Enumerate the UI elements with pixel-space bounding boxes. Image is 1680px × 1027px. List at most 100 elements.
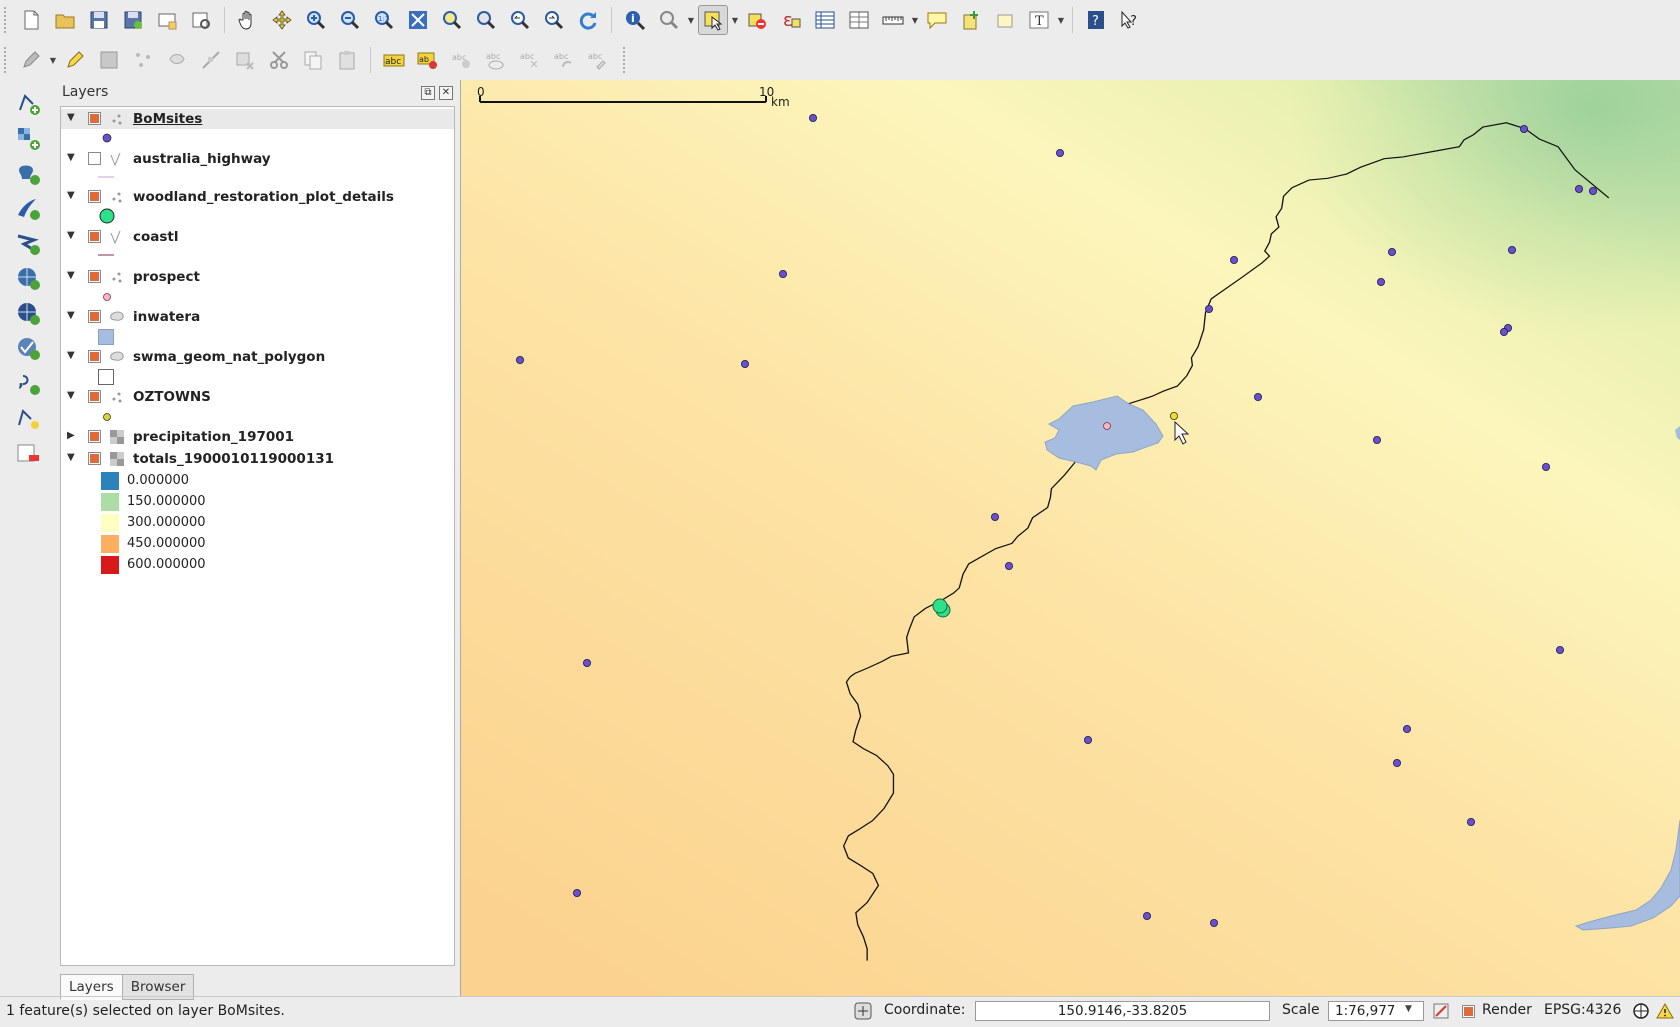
- toggle-editing-icon[interactable]: [60, 45, 90, 75]
- refresh-icon[interactable]: [573, 5, 603, 35]
- statistics-icon[interactable]: [844, 5, 874, 35]
- site-point[interactable]: [1589, 187, 1598, 196]
- show-bookmarks-icon[interactable]: [990, 5, 1020, 35]
- text-annotation-icon[interactable]: T: [1024, 5, 1054, 35]
- messages-warning-icon[interactable]: [1656, 1002, 1674, 1024]
- zoom-out-icon[interactable]: [335, 5, 365, 35]
- expand-arrow-icon[interactable]: ▼: [67, 390, 79, 404]
- open-project-icon[interactable]: [50, 5, 80, 35]
- expression-select-icon[interactable]: ε: [776, 5, 806, 35]
- measure-dropdown-icon[interactable]: ▼: [910, 5, 920, 35]
- close-panel-button[interactable]: ✕: [439, 86, 453, 100]
- map-tips-dropdown-icon[interactable]: ▼: [686, 5, 696, 35]
- site-point[interactable]: [573, 889, 582, 898]
- layer-tree[interactable]: ▼ BoMsites ▼ australia_highway ▼ woodlan…: [60, 106, 455, 966]
- map-tips-icon[interactable]: [654, 5, 684, 35]
- selected-point[interactable]: [1170, 411, 1179, 420]
- cut-features-icon[interactable]: [264, 45, 294, 75]
- layer-visibility-checkbox[interactable]: [88, 452, 101, 465]
- change-label-icon[interactable]: abc: [583, 45, 613, 75]
- layer-row-precipitation[interactable]: ▶ precipitation_197001: [61, 427, 454, 447]
- add-delimited-text-icon[interactable]: ,: [12, 367, 44, 399]
- new-print-composer-icon[interactable]: [152, 5, 182, 35]
- site-point[interactable]: [1393, 759, 1402, 768]
- expand-arrow-icon[interactable]: ▼: [67, 270, 79, 284]
- annotation-icon[interactable]: [922, 5, 952, 35]
- site-point[interactable]: [1403, 725, 1412, 734]
- add-wcs-layer-icon[interactable]: [12, 297, 44, 329]
- layer-row-woodland-restoration[interactable]: ▼ woodland_restoration_plot_details: [61, 187, 454, 207]
- delete-selected-icon[interactable]: [230, 45, 260, 75]
- layer-row-oztowns[interactable]: ▼ OZTOWNS: [61, 387, 454, 407]
- pin-labels-icon[interactable]: abc: [447, 45, 477, 75]
- add-wfs-layer-icon[interactable]: [12, 332, 44, 364]
- site-point[interactable]: [1467, 818, 1476, 827]
- move-label-icon[interactable]: abc: [515, 45, 545, 75]
- site-point[interactable]: [516, 355, 525, 364]
- site-point[interactable]: [1143, 912, 1152, 921]
- layer-visibility-checkbox[interactable]: [88, 430, 101, 443]
- site-point[interactable]: [1205, 304, 1214, 313]
- site-point[interactable]: [1520, 125, 1529, 134]
- attribute-table-icon[interactable]: [810, 5, 840, 35]
- current-edits-icon[interactable]: [16, 45, 46, 75]
- site-point[interactable]: [991, 512, 1000, 521]
- site-point[interactable]: [1254, 392, 1263, 401]
- rotation-icon[interactable]: [1432, 1002, 1450, 1024]
- site-point[interactable]: [778, 269, 787, 278]
- site-point[interactable]: [583, 659, 592, 668]
- whats-this-icon[interactable]: ?: [1115, 5, 1145, 35]
- coordinate-field[interactable]: 150.9146,-33.8205: [975, 1001, 1270, 1021]
- zoom-to-selection-icon[interactable]: [437, 5, 467, 35]
- expand-arrow-icon[interactable]: ▼: [67, 452, 79, 466]
- composer-manager-icon[interactable]: [186, 5, 216, 35]
- node-tool-icon[interactable]: [196, 45, 226, 75]
- collapse-arrow-icon[interactable]: ▶: [67, 430, 79, 444]
- site-point[interactable]: [1230, 255, 1239, 264]
- digitize-icon[interactable]: [128, 45, 158, 75]
- site-point[interactable]: [1084, 736, 1093, 745]
- layer-row-coastl[interactable]: ▼ coastl: [61, 227, 454, 247]
- toolbar-grip[interactable]: [4, 47, 10, 73]
- layer-visibility-checkbox[interactable]: [88, 190, 101, 203]
- identify-icon[interactable]: i: [620, 5, 650, 35]
- layer-visibility-checkbox[interactable]: [88, 230, 101, 243]
- crs-label[interactable]: EPSG:4326: [1544, 1002, 1621, 1018]
- deselect-icon[interactable]: [742, 5, 772, 35]
- expand-arrow-icon[interactable]: ▼: [67, 190, 79, 204]
- move-feature-icon[interactable]: [162, 45, 192, 75]
- layer-row-bomsites[interactable]: ▼ BoMsites: [61, 109, 454, 129]
- show-hide-labels-icon[interactable]: abc: [481, 45, 511, 75]
- pan-icon[interactable]: [233, 5, 263, 35]
- measure-icon[interactable]: [878, 5, 908, 35]
- globe-icon[interactable]: [1632, 1002, 1650, 1024]
- save-project-icon[interactable]: [84, 5, 114, 35]
- site-point[interactable]: [1377, 277, 1386, 286]
- save-as-icon[interactable]: [118, 5, 148, 35]
- coordinate-toggle-icon[interactable]: [854, 1002, 872, 1024]
- layer-row-prospect[interactable]: ▼ prospect: [61, 267, 454, 287]
- site-point[interactable]: [1542, 462, 1551, 471]
- expand-arrow-icon[interactable]: ▼: [67, 310, 79, 324]
- prospect-point[interactable]: [1103, 422, 1111, 430]
- toolbar-grip[interactable]: [623, 47, 629, 73]
- site-point[interactable]: [1005, 561, 1014, 570]
- remove-layer-icon[interactable]: [12, 437, 44, 469]
- expand-arrow-icon[interactable]: ▼: [67, 350, 79, 364]
- toolbar-grip[interactable]: [4, 7, 10, 33]
- save-edits-icon[interactable]: [94, 45, 124, 75]
- map-svg[interactable]: 0 10 km: [461, 80, 1680, 996]
- render-checkbox[interactable]: [1462, 1005, 1475, 1018]
- map-canvas[interactable]: 0 10 km: [460, 80, 1680, 996]
- pan-to-selection-icon[interactable]: [267, 5, 297, 35]
- site-point[interactable]: [1556, 646, 1565, 655]
- select-dropdown-icon[interactable]: ▼: [730, 5, 740, 35]
- help-icon[interactable]: ?: [1081, 5, 1111, 35]
- zoom-to-layer-icon[interactable]: [471, 5, 501, 35]
- new-project-icon[interactable]: [16, 5, 46, 35]
- layer-visibility-checkbox[interactable]: [88, 152, 101, 165]
- site-point[interactable]: [808, 114, 817, 123]
- scale-dropdown-icon[interactable]: ▼: [1405, 1004, 1412, 1014]
- zoom-native-icon[interactable]: 1:1: [369, 5, 399, 35]
- expand-arrow-icon[interactable]: ▼: [67, 112, 79, 126]
